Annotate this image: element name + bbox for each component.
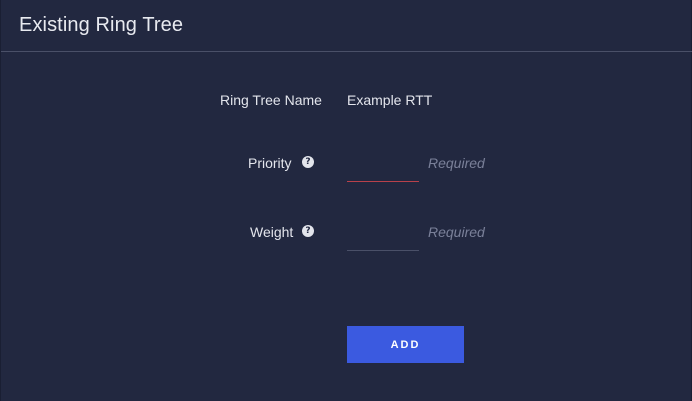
weight-required-hint: Required [428,224,485,240]
add-button[interactable]: ADD [347,326,464,363]
priority-label: Priority [248,155,292,171]
page-title: Existing Ring Tree [19,14,184,36]
weight-input-underline [347,250,419,251]
existing-ring-tree-panel: Existing Ring Tree Ring Tree Name Exampl… [0,0,692,401]
weight-help-icon[interactable]: ? [302,225,314,237]
panel-header: Existing Ring Tree [1,0,692,52]
ring-tree-name-value: Example RTT [347,92,433,108]
ring-tree-name-label: Ring Tree Name [220,92,322,108]
priority-help-icon[interactable]: ? [302,156,314,168]
weight-label: Weight [250,224,294,240]
priority-input-underline [347,181,419,182]
priority-input[interactable] [347,150,419,174]
weight-input[interactable] [347,219,419,243]
priority-required-hint: Required [428,155,485,171]
